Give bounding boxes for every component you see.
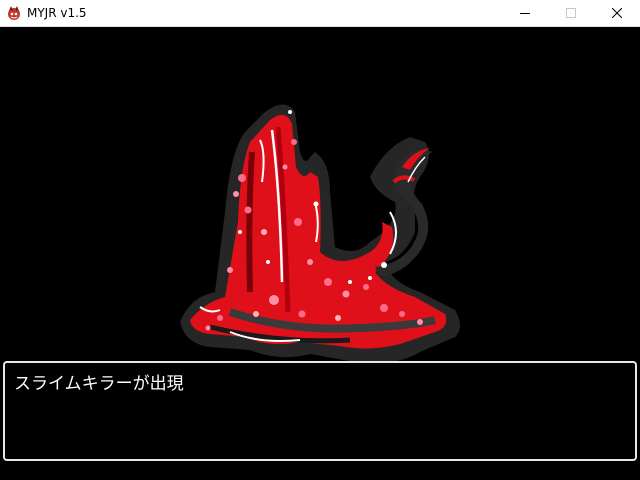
game-window: MYJR v1.5 スライムキラーが出現 [0, 0, 640, 480]
message-window[interactable]: スライムキラーが出現 [3, 361, 637, 461]
battle-message: スライムキラーが出現 [14, 374, 184, 394]
app-icon [8, 6, 20, 20]
close-button[interactable] [594, 0, 640, 27]
minimize-button[interactable] [502, 0, 548, 27]
close-icon [612, 8, 622, 18]
title-bar[interactable]: MYJR v1.5 [0, 0, 640, 27]
slime-killer-monster [180, 104, 460, 364]
maximize-button[interactable] [548, 0, 594, 27]
minimize-icon [520, 13, 530, 14]
window-title: MYJR v1.5 [27, 6, 87, 20]
maximize-icon [566, 8, 576, 18]
